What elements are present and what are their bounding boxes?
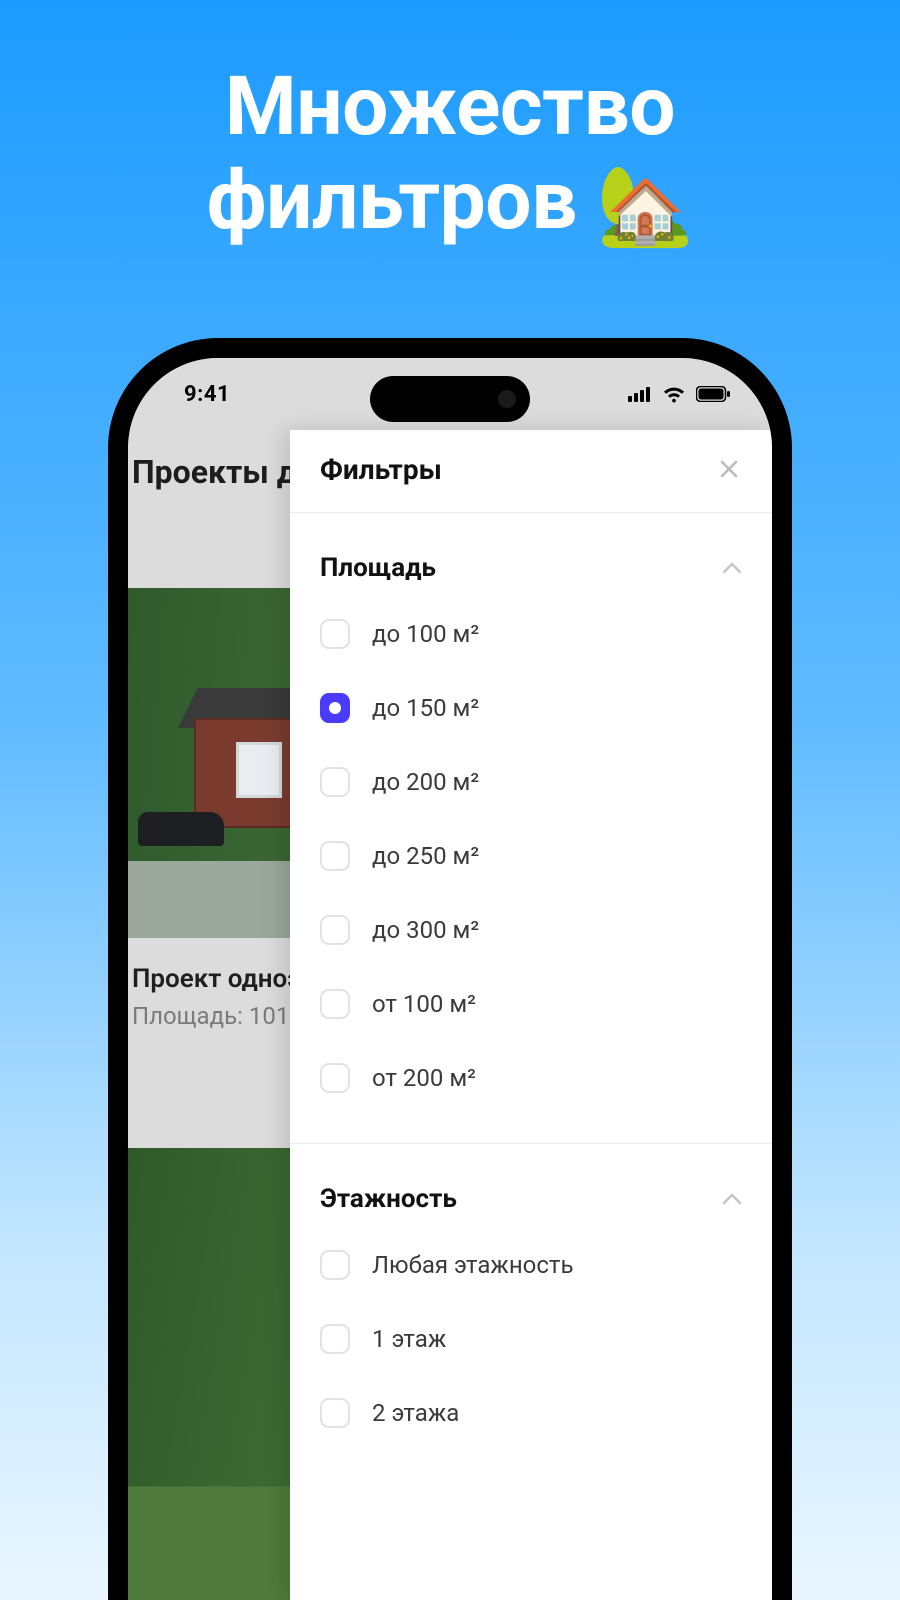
filters-title: Фильтры bbox=[320, 453, 442, 486]
filter-option-label: от 200 м² bbox=[372, 1064, 476, 1092]
chevron-up-icon bbox=[722, 1192, 742, 1206]
promo-title: Множество фильтров 🏡 bbox=[0, 60, 900, 252]
filter-option-area-6[interactable]: от 200 м² bbox=[320, 1041, 742, 1115]
filter-option-area-1[interactable]: до 150 м² bbox=[320, 671, 742, 745]
battery-icon bbox=[696, 386, 730, 402]
cellular-icon bbox=[628, 386, 652, 402]
filter-section-area-options: до 100 м² до 150 м² до 200 м² bbox=[320, 597, 742, 1115]
filters-body[interactable]: Площадь до 100 м² до 150 м² bbox=[290, 513, 772, 1600]
promo-title-line1: Множество bbox=[225, 59, 675, 155]
filter-option-area-0[interactable]: до 100 м² bbox=[320, 597, 742, 671]
filter-option-label: 1 этаж bbox=[372, 1325, 446, 1353]
statusbar-time: 9:41 bbox=[184, 382, 230, 407]
filter-option-label: до 100 м² bbox=[372, 620, 479, 648]
filter-section-floors: Этажность Любая этажность 1 этаж bbox=[290, 1144, 772, 1478]
filter-section-floors-header[interactable]: Этажность bbox=[320, 1144, 742, 1228]
filter-option-label: до 300 м² bbox=[372, 916, 479, 944]
filter-option-label: 2 этажа bbox=[372, 1399, 459, 1427]
checkbox-icon bbox=[320, 1398, 350, 1428]
filter-section-floors-options: Любая этажность 1 этаж 2 этажа bbox=[320, 1228, 742, 1450]
house-emoji-icon: 🏡 bbox=[597, 161, 694, 252]
promo-title-line2: фильтров bbox=[207, 153, 577, 249]
checkbox-icon bbox=[320, 619, 350, 649]
filter-option-floors-2[interactable]: 2 этажа bbox=[320, 1376, 742, 1450]
filter-option-floors-0[interactable]: Любая этажность bbox=[320, 1228, 742, 1302]
dynamic-island bbox=[370, 376, 530, 422]
checkbox-icon bbox=[320, 1250, 350, 1280]
filter-section-area-title: Площадь bbox=[320, 553, 436, 583]
checkbox-icon bbox=[320, 767, 350, 797]
filter-section-floors-title: Этажность bbox=[320, 1184, 457, 1214]
filters-sheet: Фильтры Площадь bbox=[290, 430, 772, 1600]
chevron-up-icon bbox=[722, 561, 742, 575]
checkbox-icon bbox=[320, 989, 350, 1019]
filter-option-area-5[interactable]: от 100 м² bbox=[320, 967, 742, 1041]
checkbox-checked-icon bbox=[320, 693, 350, 723]
filter-option-label: от 100 м² bbox=[372, 990, 476, 1018]
filter-section-area: Площадь до 100 м² до 150 м² bbox=[290, 513, 772, 1144]
filter-option-label: до 250 м² bbox=[372, 842, 479, 870]
statusbar-icons bbox=[628, 385, 730, 403]
filter-option-label: Любая этажность bbox=[372, 1251, 573, 1279]
filter-option-label: до 200 м² bbox=[372, 768, 479, 796]
filter-option-area-4[interactable]: до 300 м² bbox=[320, 893, 742, 967]
filter-option-label: до 150 м² bbox=[372, 694, 479, 722]
phone-frame: 9:41 bbox=[108, 338, 792, 1600]
filter-option-floors-1[interactable]: 1 этаж bbox=[320, 1302, 742, 1376]
filter-option-area-3[interactable]: до 250 м² bbox=[320, 819, 742, 893]
close-icon bbox=[717, 457, 741, 481]
checkbox-icon bbox=[320, 1063, 350, 1093]
checkbox-icon bbox=[320, 915, 350, 945]
background-page-title: Проекты до bbox=[132, 453, 315, 491]
phone-screen: 9:41 bbox=[128, 358, 772, 1600]
close-button[interactable] bbox=[712, 452, 746, 486]
filter-option-area-2[interactable]: до 200 м² bbox=[320, 745, 742, 819]
filters-header: Фильтры bbox=[290, 430, 772, 513]
checkbox-icon bbox=[320, 841, 350, 871]
filter-section-area-header[interactable]: Площадь bbox=[320, 513, 742, 597]
checkbox-icon bbox=[320, 1324, 350, 1354]
promo-background: Множество фильтров 🏡 9:41 bbox=[0, 0, 900, 1600]
wifi-icon bbox=[662, 385, 686, 403]
